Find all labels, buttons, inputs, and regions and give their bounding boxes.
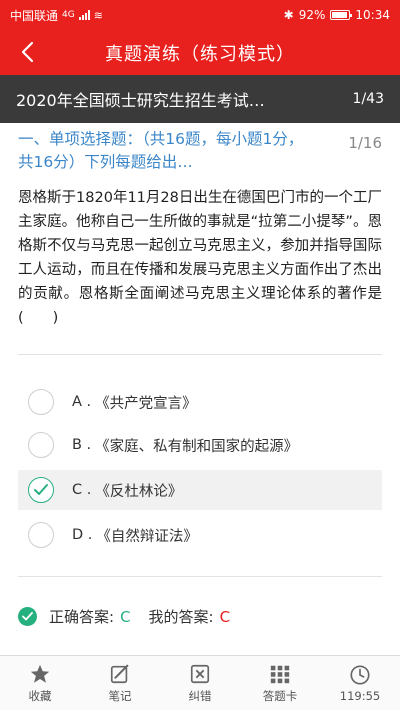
tab-timer[interactable]: 119:55 <box>320 656 400 710</box>
radio-b[interactable] <box>28 432 54 458</box>
note-icon <box>110 664 129 683</box>
tab-answer-card[interactable]: 答题卡 <box>240 656 320 710</box>
radio-c[interactable] <box>28 477 54 503</box>
tab-label: 119:55 <box>339 688 381 703</box>
option-a[interactable]: A . 《共产党宣言》 <box>18 382 382 422</box>
clock-icon <box>350 664 370 685</box>
exam-name: 2020年全国硕士研究生招生考试… <box>16 91 265 110</box>
exam-progress: 1/43 <box>352 91 384 107</box>
option-letter: A . <box>72 394 92 410</box>
option-text: 《反杜林论》 <box>95 483 183 500</box>
correct-check-icon <box>18 607 37 626</box>
correct-answer-value: C <box>120 607 131 626</box>
bottom-tab-bar: 收藏 笔记 纠错 答题卡 119:55 <box>0 655 400 710</box>
bluetooth-icon: ✱ <box>283 8 294 22</box>
answer-summary: 正确答案: C 我的答案: C <box>18 606 382 627</box>
option-text: 《家庭、私有制和国家的起源》 <box>95 438 299 455</box>
divider <box>18 354 382 355</box>
option-c[interactable]: C . 《反杜林论》 <box>18 470 382 510</box>
signal-icon <box>78 10 90 20</box>
tab-label: 纠错 <box>188 688 212 703</box>
error-report-icon <box>190 664 210 683</box>
option-letter: C . <box>72 482 92 498</box>
status-bar: 中国联通 4G ≋ ✱ 92% 10:34 <box>0 0 400 30</box>
answer-card-icon <box>270 665 290 683</box>
section-header: 一、单项选择题：（共16题，每小题1分，共16分）下列每题给出… 1/16 <box>18 128 382 174</box>
network-type: 4G <box>62 10 75 20</box>
tab-label: 笔记 <box>108 688 132 703</box>
exam-header: 2020年全国硕士研究生招生考试… 1/43 <box>0 75 400 123</box>
option-d[interactable]: D . 《自然辩证法》 <box>18 515 382 555</box>
correct-answer-label: 正确答案: <box>49 608 115 626</box>
star-icon <box>30 664 50 683</box>
tab-label: 收藏 <box>28 688 52 703</box>
question-text: 恩格斯于1820年11月28日出生在德国巴门市的一个工厂主家庭。他称自己一生所做… <box>18 190 382 326</box>
radio-a[interactable] <box>28 389 54 415</box>
battery-percent: 92% <box>298 8 326 22</box>
tab-label: 答题卡 <box>262 688 298 703</box>
carrier-label: 中国联通 <box>10 8 59 23</box>
tab-report-error[interactable]: 纠错 <box>160 656 240 710</box>
battery-icon <box>330 10 353 20</box>
option-b[interactable]: B . 《家庭、私有制和国家的起源》 <box>18 425 382 465</box>
my-answer-label: 我的答案: <box>148 608 214 626</box>
clock-time: 10:34 <box>355 8 390 22</box>
option-text: 《共产党宣言》 <box>95 395 197 412</box>
page-title: 真题演练（练习模式） <box>105 43 295 65</box>
divider <box>18 576 382 577</box>
check-icon <box>34 484 48 495</box>
tab-favorite[interactable]: 收藏 <box>0 656 80 710</box>
my-answer-value: C <box>219 607 231 626</box>
section-progress: 1/16 <box>348 134 382 152</box>
option-letter: B . <box>72 437 92 453</box>
wifi-icon: ≋ <box>93 8 103 22</box>
chevron-left-icon <box>21 41 34 63</box>
back-button[interactable] <box>14 38 40 66</box>
nav-bar: 真题演练（练习模式） <box>0 30 400 75</box>
radio-d[interactable] <box>28 522 54 548</box>
section-heading: 一、单项选择题：（共16题，每小题1分，共16分）下列每题给出… <box>18 130 304 171</box>
option-text: 《自然辩证法》 <box>96 528 198 545</box>
tab-notes[interactable]: 笔记 <box>80 656 160 710</box>
option-letter: D . <box>72 527 93 543</box>
